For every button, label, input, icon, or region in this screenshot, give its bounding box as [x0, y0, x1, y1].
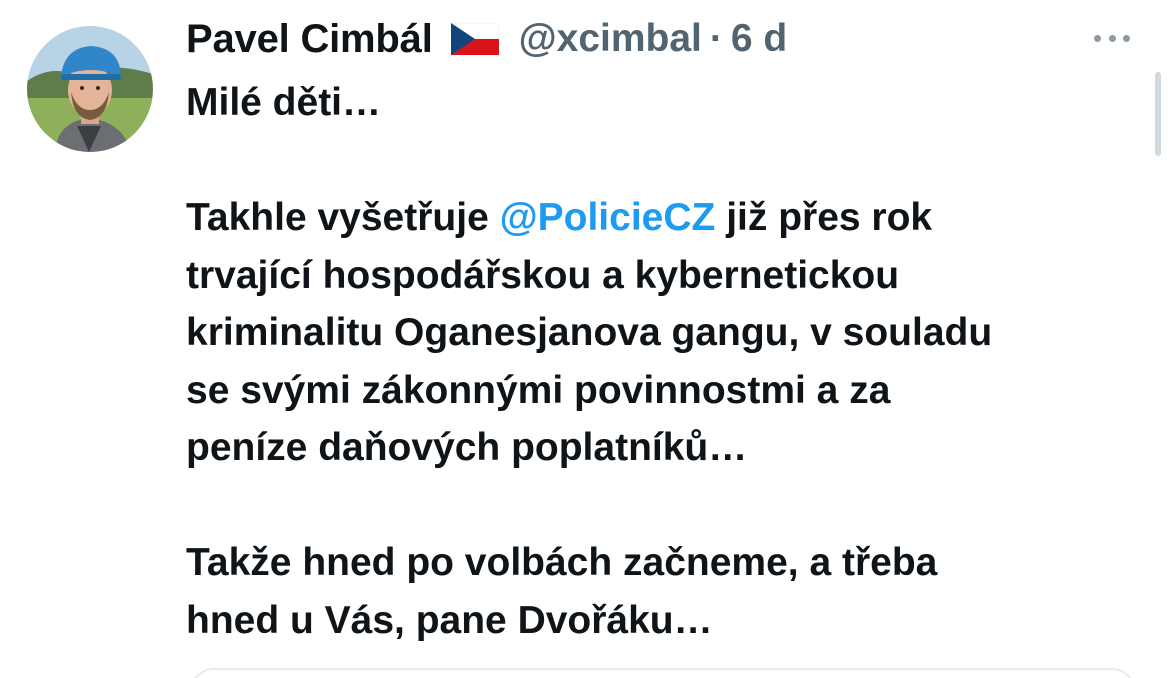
tweet-text-segment: Takhle vyšetřuje — [186, 196, 500, 239]
tweet-line: hned u Vás, pane Dvořáku… — [186, 598, 713, 642]
separator-dot: · — [709, 17, 723, 60]
tweet-line: peníze daňových poplatníků… — [186, 426, 748, 469]
tweet-header: Pavel Cimbál @xcimbal · 6 d — [186, 12, 787, 66]
tweet-text: Milé děti… Takhle vyšetřuje @PolicieCZ j… — [186, 74, 1146, 649]
more-dot — [1094, 34, 1101, 42]
avatar[interactable] — [27, 26, 153, 152]
tweet-line: se svými zákonnými povinnostmi a za — [186, 368, 891, 412]
tweet-text-segment: již přes rok — [715, 196, 933, 239]
tweet-line: trvající hospodářskou a kybernetickou — [186, 253, 900, 297]
more-dot — [1108, 34, 1116, 42]
more-options-icon[interactable] — [1094, 28, 1130, 48]
mention-link[interactable]: @PolicieCZ — [500, 196, 716, 239]
tweet-line: Takže hned po volbách začneme, a třeba — [186, 541, 938, 584]
tweet: Pavel Cimbál @xcimbal · 6 d Milé děti… T… — [0, 0, 1170, 678]
tweet-line: Milé děti… — [186, 81, 382, 124]
author-name[interactable]: Pavel Cimbál — [186, 17, 433, 62]
scrollbar[interactable] — [1155, 72, 1161, 156]
tweet-line: kriminalitu Oganesjanova gangu, v soulad… — [186, 311, 993, 354]
more-dot — [1123, 34, 1130, 42]
author-handle[interactable]: @xcimbal — [519, 17, 702, 61]
czech-flag-icon — [450, 23, 499, 55]
media-card-edge[interactable] — [190, 668, 1136, 678]
tweet-timestamp[interactable]: 6 d — [731, 17, 787, 61]
tweet-line: Takhle vyšetřuje @PolicieCZ již přes rok — [186, 189, 1146, 247]
